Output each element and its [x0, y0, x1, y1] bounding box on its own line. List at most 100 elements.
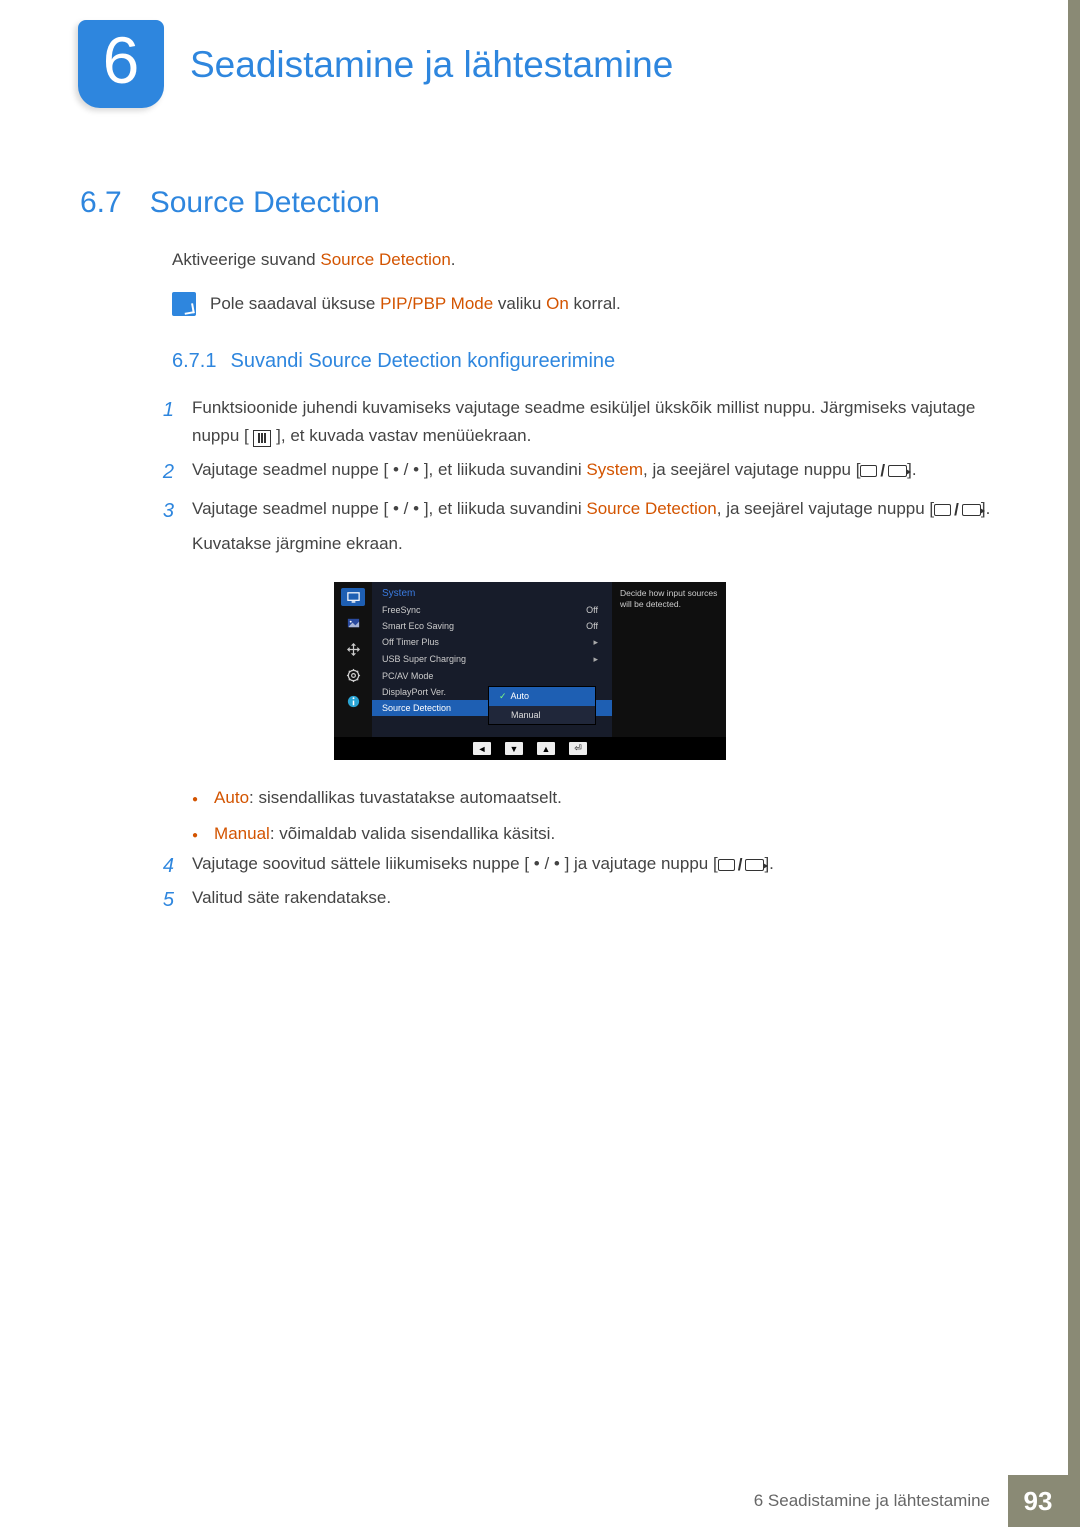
menu-icon [253, 430, 271, 447]
intro-text: Aktiveerige suvand Source Detection. [172, 250, 456, 270]
step-3-dots: • / • [388, 499, 424, 518]
footer: 6 Seadistamine ja lähtestamine 93 [736, 1475, 1068, 1527]
step-4-a: Vajutage soovitud sättele liikumiseks nu… [192, 854, 529, 873]
osd-row-pcav: PC/AV Mode [372, 668, 612, 684]
note-text: Pole saadaval üksuse PIP/PBP Mode valiku… [210, 294, 621, 314]
section-heading: 6.7 Source Detection [80, 186, 380, 220]
osd-nav-up: ▲ [537, 742, 555, 755]
note-hl2: On [546, 294, 569, 313]
osd-row-value: Off [586, 621, 598, 631]
chapter-tab: 6 [78, 20, 164, 108]
osd-row-label: PC/AV Mode [382, 671, 433, 681]
osd-row-offtimer: Off Timer Plus ▸ [372, 634, 612, 651]
osd-icon-picture [341, 614, 365, 632]
step-4-b: ] ja vajutage nuppu [ [565, 854, 718, 873]
step-2-a: Vajutage seadmel nuppe [ [192, 460, 388, 479]
enter-icon: / [934, 496, 981, 524]
step-2-post: , ja seejärel vajutage nuppu [ [643, 460, 860, 479]
note-p3: korral. [569, 294, 621, 313]
osd-row-label: Smart Eco Saving [382, 621, 454, 631]
osd-row-eco: Smart Eco Saving Off [372, 618, 612, 634]
osd-row-label: USB Super Charging [382, 654, 466, 665]
osd-popup-opt-auto: Auto [489, 687, 595, 706]
option-bullets: ● Auto: sisendallikas tuvastatakse autom… [192, 785, 992, 856]
osd-row-label: DisplayPort Ver. [382, 687, 446, 697]
osd-icon-gear [341, 666, 365, 684]
osd-popup-opt-manual: Manual [489, 706, 595, 724]
enter-icon: / [718, 851, 765, 879]
bullet-auto: ● Auto: sisendallikas tuvastatakse autom… [192, 785, 992, 811]
step-4-body: Vajutage soovitud sättele liikumiseks nu… [192, 850, 998, 883]
step-1: 1 Funktsioonide juhendi kuvamiseks vajut… [158, 394, 998, 450]
step-2-mid: ], et liikuda suvandini [424, 460, 587, 479]
footer-text: 6 Seadistamine ja lähtestamine [736, 1475, 1008, 1527]
osd-icon-monitor [341, 588, 365, 606]
step-3-a: Vajutage seadmel nuppe [ [192, 499, 388, 518]
osd-sidebar [334, 582, 372, 737]
step-3: 3 Vajutage seadmel nuppe [ • / • ], et l… [158, 495, 998, 558]
bullet-manual: ● Manual: võimaldab valida sisendallika … [192, 821, 992, 847]
chapter-number: 6 [103, 27, 140, 101]
section-number: 6.7 [80, 186, 122, 220]
subsection-number: 6.7.1 [172, 350, 216, 373]
step-5: 5 Valitud säte rakendatakse. [158, 884, 998, 917]
step-4-dots: • / • [529, 854, 565, 873]
note-icon [172, 292, 196, 316]
chapter-title: Seadistamine ja lähtestamine [190, 44, 673, 86]
osd-row-value: ▸ [593, 654, 598, 665]
note: Pole saadaval üksuse PIP/PBP Mode valiku… [172, 292, 621, 316]
step-2-hl: System [586, 460, 643, 479]
osd-row-value: Off [586, 605, 598, 615]
step-5-num: 5 [158, 884, 174, 917]
osd-description: Decide how input sources will be detecte… [612, 582, 726, 737]
step-5-body: Valitud säte rakendatakse. [192, 884, 998, 917]
osd-nav: ◄ ▼ ▲ ⏎ [334, 737, 726, 760]
osd-screenshot: System FreeSync Off Smart Eco Saving Off O… [334, 582, 726, 760]
bullet-auto-hl: Auto [214, 788, 249, 807]
subsection-heading: 6.7.1 Suvandi Source Detection konfigure… [172, 350, 615, 373]
osd-row-label: FreeSync [382, 605, 421, 615]
osd-nav-left: ◄ [473, 742, 491, 755]
bullet-manual-hl: Manual [214, 824, 270, 843]
note-p1: Pole saadaval üksuse [210, 294, 380, 313]
note-hl1: PIP/PBP Mode [380, 294, 493, 313]
intro-highlight: Source Detection [320, 250, 450, 269]
steps-list: 1 Funktsioonide juhendi kuvamiseks vajut… [158, 394, 998, 564]
osd-row-label: Off Timer Plus [382, 637, 439, 648]
bullet-dot-icon: ● [192, 785, 198, 811]
intro-suffix: . [451, 250, 456, 269]
step-4: 4 Vajutage soovitud sättele liikumiseks … [158, 850, 998, 883]
bullet-auto-text: : sisendallikas tuvastatakse automaatsel… [249, 788, 562, 807]
step-1-body: Funktsioonide juhendi kuvamiseks vajutag… [192, 394, 998, 450]
osd-row-freesync: FreeSync Off [372, 602, 612, 618]
step-3-desc: Kuvatakse järgmine ekraan. [192, 530, 998, 558]
step-2: 2 Vajutage seadmel nuppe [ • / • ], et l… [158, 456, 998, 489]
subsection-title: Suvandi Source Detection konfigureerimin… [230, 350, 615, 373]
enter-icon: / [860, 457, 907, 485]
osd-icon-info [341, 692, 365, 710]
page-number: 93 [1008, 1475, 1068, 1527]
step-1-text-b: ], et kuvada vastav menüüekraan. [271, 426, 531, 445]
bullet-manual-text: : võimaldab valida sisendallika käsitsi. [270, 824, 555, 843]
step-3-num: 3 [158, 495, 174, 558]
step-1-num: 1 [158, 394, 174, 450]
bullet-dot-icon: ● [192, 821, 198, 847]
osd-menu: System FreeSync Off Smart Eco Saving Off O… [372, 582, 612, 737]
step-2-dots: • / • [388, 460, 424, 479]
step-3-body: Vajutage seadmel nuppe [ • / • ], et lii… [192, 495, 998, 558]
step-3-post: , ja seejärel vajutage nuppu [ [717, 499, 934, 518]
step-3-mid: ], et liikuda suvandini [424, 499, 587, 518]
osd-row-value: ▸ [593, 637, 598, 648]
osd-row-label: Source Detection [382, 703, 451, 713]
osd-heading: System [372, 582, 612, 602]
osd-popup: Auto Manual [488, 686, 596, 725]
intro-prefix: Aktiveerige suvand [172, 250, 320, 269]
osd-nav-down: ▼ [505, 742, 523, 755]
step-2-body: Vajutage seadmel nuppe [ • / • ], et lii… [192, 456, 998, 489]
step-4-num: 4 [158, 850, 174, 883]
section-title: Source Detection [150, 186, 380, 220]
osd-icon-arrows [341, 640, 365, 658]
osd-row-usb: USB Super Charging ▸ [372, 651, 612, 668]
note-p2: valiku [493, 294, 546, 313]
step-2-num: 2 [158, 456, 174, 489]
